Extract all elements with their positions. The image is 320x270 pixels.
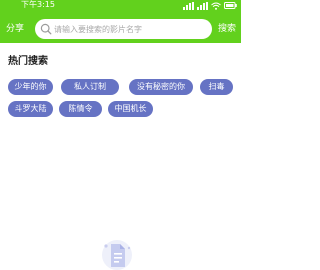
search-button[interactable]: 搜索 [218, 23, 236, 35]
signal-icon-2 [197, 1, 208, 10]
empty-document-icon [102, 240, 132, 270]
status-icons [183, 1, 237, 10]
search-input[interactable] [54, 22, 206, 36]
hot-tag-3[interactable]: 没有秘密的你 [129, 79, 193, 95]
wifi-icon [211, 2, 221, 10]
signal-icon [183, 1, 194, 10]
search-icon [40, 23, 52, 35]
battery-icon [224, 2, 237, 9]
hot-tag-2[interactable]: 私人订制 [61, 79, 119, 95]
status-bar: 下午3:15 [0, 0, 241, 12]
hot-search-title: 热门搜索 [8, 56, 48, 67]
hot-tag-4[interactable]: 扫毒 [200, 79, 233, 95]
top-bar: 下午3:15 分享 搜索 [0, 0, 241, 43]
hot-tag-5[interactable]: 斗罗大陆 [8, 101, 53, 117]
status-time: 下午3:15 [21, 0, 55, 9]
hot-tag-6[interactable]: 陈情令 [59, 101, 102, 117]
hot-tag-1[interactable]: 少年的你 [8, 79, 53, 95]
search-box[interactable] [35, 19, 212, 39]
share-button[interactable]: 分享 [6, 23, 24, 35]
hot-tag-7[interactable]: 中国机长 [108, 101, 153, 117]
